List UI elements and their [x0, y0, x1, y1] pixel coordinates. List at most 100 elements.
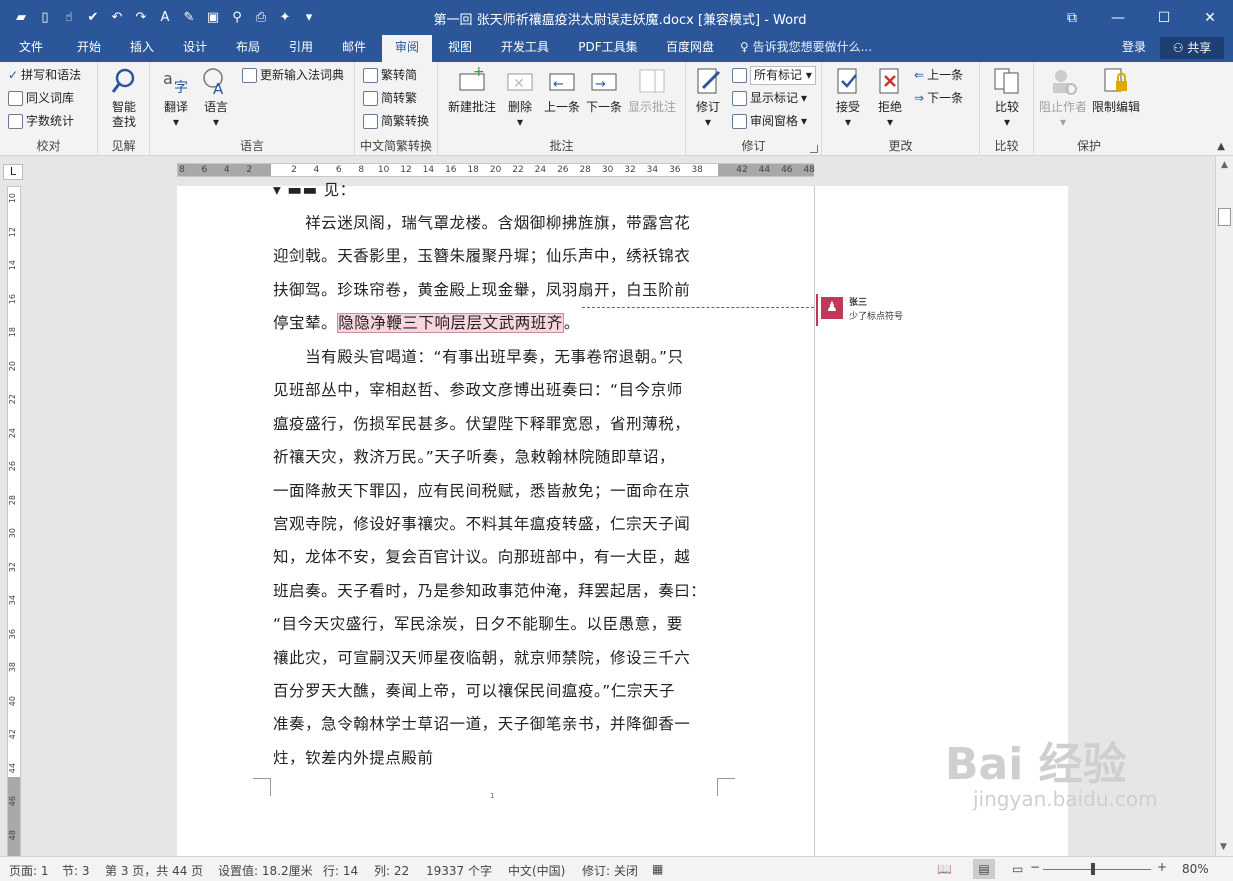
tab-design[interactable]: 设计 — [172, 35, 218, 62]
format-painter-icon[interactable]: A — [154, 6, 176, 28]
status-section[interactable]: 节: 3 — [62, 862, 90, 879]
customize-qat-icon[interactable]: ▾ — [298, 6, 320, 28]
group-label-protect: 保护 — [1076, 139, 1101, 153]
share-doc-icon[interactable]: ✦ — [274, 6, 296, 28]
tab-pdf-tools[interactable]: PDF工具集 — [570, 35, 646, 62]
comment-balloon[interactable]: ♟ 张三 少了标点符号 — [816, 294, 1066, 326]
minimize-button[interactable]: — — [1095, 0, 1141, 35]
tab-insert[interactable]: 插入 — [119, 35, 165, 62]
block-authors-button[interactable]: 阻止作者 ▾ — [1038, 66, 1088, 130]
status-track-changes[interactable]: 修订: 关闭 — [582, 862, 638, 879]
status-line[interactable]: 行: 14 — [323, 862, 358, 879]
status-column[interactable]: 列: 22 — [374, 862, 409, 879]
group-label-changes: 更改 — [888, 139, 913, 153]
tab-selector-button[interactable]: L — [3, 164, 23, 180]
zoom-out-icon[interactable]: − — [1030, 860, 1040, 874]
new-document-icon[interactable]: ▯ — [34, 6, 56, 28]
smart-lookup-button[interactable]: 智能 查找 — [106, 66, 142, 130]
vertical-ruler[interactable]: 10 12 14 16 18 20 22 24 26 28 30 32 34 36 38 40 42 44 46 48 — [7, 186, 21, 857]
accept-button[interactable]: 接受 ▾ — [830, 66, 866, 130]
reviewing-pane-button[interactable]: 审阅窗格 ▾ — [732, 111, 807, 132]
tab-developer[interactable]: 开发工具 — [492, 35, 558, 62]
scroll-up-icon[interactable]: ▲ — [1216, 160, 1233, 170]
svg-text:字: 字 — [174, 80, 188, 96]
web-layout-icon[interactable]: ▭ — [1012, 862, 1023, 876]
redo-icon[interactable]: ↷ — [130, 6, 152, 28]
login-link[interactable]: 登录 — [1122, 35, 1146, 60]
search-icon[interactable]: ⚲ — [226, 6, 248, 28]
next-comment-button[interactable]: → 下一条 — [584, 66, 624, 115]
touch-mode-icon[interactable]: ☝ — [58, 6, 80, 28]
ruler-tick: 24 — [534, 165, 547, 175]
scroll-thumb[interactable] — [1218, 208, 1231, 226]
tab-file[interactable]: 文件 — [8, 35, 54, 62]
word-count-button[interactable]: 字数统计 — [8, 111, 74, 132]
macro-record-icon[interactable]: ▦ — [652, 862, 663, 876]
share-button[interactable]: ⚇ 共享 — [1160, 37, 1224, 59]
restrict-editing-button[interactable]: 限制编辑 — [1090, 66, 1142, 115]
status-page-count[interactable]: 第 3 页，共 44 页 — [105, 862, 203, 879]
spelling-grammar-button[interactable]: ✓ 拼写和语法 — [8, 65, 81, 86]
vertical-ruler-tick: 10 — [8, 193, 17, 204]
previous-change-button[interactable]: ⇐ 上一条 — [914, 65, 963, 86]
track-icon[interactable]: ✎ — [178, 6, 200, 28]
next-change-button[interactable]: ⇒ 下一条 — [914, 88, 963, 109]
zoom-in-icon[interactable]: + — [1157, 860, 1167, 874]
comment-text[interactable]: 少了标点符号 — [849, 309, 903, 322]
tell-me-box[interactable]: ♀ 告诉我您想要做什么... — [740, 35, 872, 60]
group-compare: 比较 ▾ 比较 — [980, 62, 1034, 156]
traditional-to-simplified-button[interactable]: 繁转简 — [363, 65, 417, 86]
chinese-conversion-button[interactable]: 简繁转换 — [363, 111, 429, 132]
translate-button[interactable]: a字 翻译 ▾ — [158, 66, 194, 130]
open-folder-icon[interactable]: ▰ — [10, 6, 32, 28]
read-mode-icon[interactable]: 📖 — [937, 862, 952, 876]
tab-mailings[interactable]: 邮件 — [331, 35, 377, 62]
previous-comment-button[interactable]: ← 上一条 — [542, 66, 582, 115]
zoom-level[interactable]: 80% — [1182, 862, 1209, 876]
tab-references[interactable]: 引用 — [278, 35, 324, 62]
status-language[interactable]: 中文(中国) — [508, 862, 565, 879]
tab-home[interactable]: 开始 — [66, 35, 112, 62]
tab-baidu-disk[interactable]: 百度网盘 — [655, 35, 725, 62]
tab-review[interactable]: 审阅 — [382, 35, 432, 62]
print-layout-icon[interactable]: ▤ — [973, 859, 995, 879]
tab-view[interactable]: 视图 — [437, 35, 483, 62]
simplified-to-traditional-button[interactable]: 简转繁 — [363, 88, 417, 109]
delete-comment-button[interactable]: ✕ 删除 ▾ — [502, 66, 538, 130]
zoom-slider[interactable] — [1043, 869, 1151, 870]
paragraph-1[interactable]: 祥云迷凤阁，瑞气罩龙楼。含烟御柳拂旌旗，带露宫花 迎剑戟。天香影里，玉簪朱履聚丹… — [273, 207, 721, 341]
show-comments-button[interactable]: 显示批注 — [626, 66, 678, 115]
status-word-count[interactable]: 19337 个字 — [426, 862, 492, 879]
markup-select[interactable]: 所有标记 ▾ — [732, 65, 816, 86]
print-preview-icon[interactable]: ⎙ — [250, 6, 272, 28]
maximize-button[interactable]: ☐ — [1141, 0, 1187, 35]
vertical-ruler-tick: 44 — [8, 762, 17, 773]
new-comment-button[interactable]: + 新建批注 — [444, 64, 500, 115]
group-tracking: 修订 ▾ 所有标记 ▾ 显示标记 ▾ 审阅窗格 ▾ 修订 — [686, 62, 822, 156]
reject-button[interactable]: 拒绝 ▾ — [872, 66, 908, 130]
compare-button[interactable]: 比较 ▾ — [989, 66, 1025, 130]
commented-text-highlight[interactable]: 隐隐净鞭三下响层层文武两班齐 — [337, 313, 564, 334]
save-icon[interactable]: ▣ — [202, 6, 224, 28]
vertical-scrollbar[interactable]: ▲ ▼ — [1215, 156, 1233, 856]
tab-layout[interactable]: 布局 — [225, 35, 271, 62]
language-button[interactable]: A 语言 ▾ — [198, 66, 234, 130]
vertical-ruler-tick: 46 — [8, 796, 17, 807]
spelling-icon[interactable]: ✔ — [82, 6, 104, 28]
status-position[interactable]: 设置值: 18.2厘米 — [218, 862, 313, 879]
paragraph-2[interactable]: 当有殿头官喝道：“有事出班早奏，无事卷帘退朝。”只 见班部丛中，宰相赵哲、参政文… — [273, 341, 721, 775]
watermark-url: jingyan.baidu.com — [973, 787, 1158, 811]
ribbon-display-icon[interactable]: ⧉ — [1049, 0, 1095, 35]
thesaurus-button[interactable]: 同义词库 — [8, 88, 74, 109]
collapse-ribbon-icon[interactable]: ▲ — [1217, 141, 1225, 152]
track-changes-button[interactable]: 修订 ▾ — [690, 66, 726, 130]
zoom-slider-thumb[interactable] — [1091, 863, 1095, 875]
tracking-dialog-launcher-icon[interactable] — [810, 145, 818, 153]
ruler-tick: 22 — [512, 165, 524, 175]
scroll-down-icon[interactable]: ▼ — [1220, 842, 1227, 852]
undo-icon[interactable]: ↶ — [106, 6, 128, 28]
update-ime-dictionary-button[interactable]: 更新输入法词典 — [242, 65, 344, 86]
status-page[interactable]: 页面: 1 — [9, 862, 49, 879]
close-button[interactable]: ✕ — [1187, 0, 1233, 35]
show-markup-button[interactable]: 显示标记 ▾ — [732, 88, 807, 109]
